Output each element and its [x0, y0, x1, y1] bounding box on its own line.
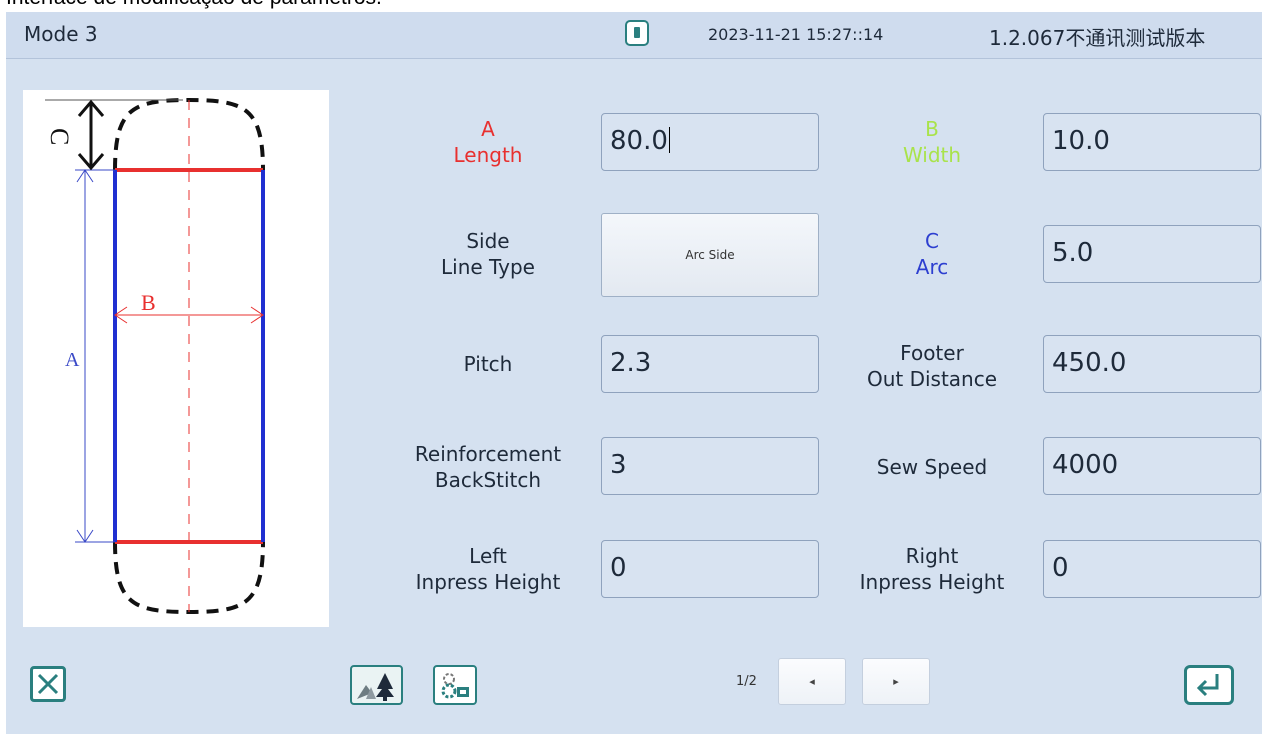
arc-label: C Arc: [915, 229, 949, 279]
figure-caption: Interface de modificação de parâmetros.: [6, 0, 382, 10]
shape-diagram: B A C: [23, 90, 329, 627]
prev-page-button[interactable]: ◂: [778, 658, 846, 705]
pitch-input[interactable]: 2.3: [601, 335, 819, 393]
reinforcement-backstitch-label: Reinforcement BackStitch: [414, 442, 562, 492]
page-indicator: 1/2: [736, 674, 757, 689]
enter-return-icon: [1196, 674, 1219, 697]
reinforcement-backstitch-input[interactable]: 3: [601, 437, 819, 495]
hmi-screen: Mode 3 2023-11-21 15:27::14 1.2.067不通讯测试…: [6, 12, 1262, 734]
cancel-button[interactable]: [30, 666, 66, 702]
label-a: A: [65, 349, 80, 371]
arc-side-button[interactable]: Arc Side: [601, 213, 819, 297]
footer-out-distance-label: Footer Out Distance: [866, 341, 998, 391]
version-label: 1.2.067不通讯测试版本: [989, 26, 1206, 50]
datetime: 2023-11-21 15:27::14: [708, 25, 884, 44]
width-label: B Width: [902, 117, 962, 167]
shape-diagram-svg: B A C: [45, 97, 265, 615]
length-label: A Length: [453, 117, 523, 167]
length-input[interactable]: 80.0: [601, 113, 819, 171]
tree-landscape-icon: [357, 673, 394, 701]
footer-out-distance-input[interactable]: 450.0: [1043, 335, 1261, 393]
chevron-right-icon: ▸: [893, 675, 899, 688]
label-c: C: [45, 128, 74, 145]
right-inpress-height-input[interactable]: 0: [1043, 540, 1261, 598]
arc-input[interactable]: 5.0: [1043, 225, 1261, 283]
top-bar: Mode 3 2023-11-21 15:27::14 1.2.067不通讯测试…: [6, 12, 1262, 59]
right-inpress-height-label: Right Inpress Height: [859, 544, 1005, 594]
left-inpress-height-label: Left Inpress Height: [415, 544, 561, 594]
width-input[interactable]: 10.0: [1043, 113, 1261, 171]
chevron-left-icon: ◂: [809, 675, 815, 688]
side-line-type-label: Side Line Type: [441, 229, 535, 279]
settings-button[interactable]: [433, 665, 477, 705]
usb-drive-icon[interactable]: [625, 20, 649, 46]
confirm-button[interactable]: [1184, 665, 1234, 705]
close-icon: [37, 673, 59, 695]
gear-machine-icon: [441, 673, 469, 699]
left-inpress-height-input[interactable]: 0: [601, 540, 819, 598]
sew-speed-label: Sew Speed: [876, 455, 988, 479]
sew-speed-input[interactable]: 4000: [1043, 437, 1261, 495]
mode-title: Mode 3: [24, 22, 98, 46]
pitch-label: Pitch: [463, 352, 513, 376]
pattern-library-button[interactable]: [350, 665, 403, 705]
label-b: B: [141, 290, 156, 315]
next-page-button[interactable]: ▸: [862, 658, 930, 705]
